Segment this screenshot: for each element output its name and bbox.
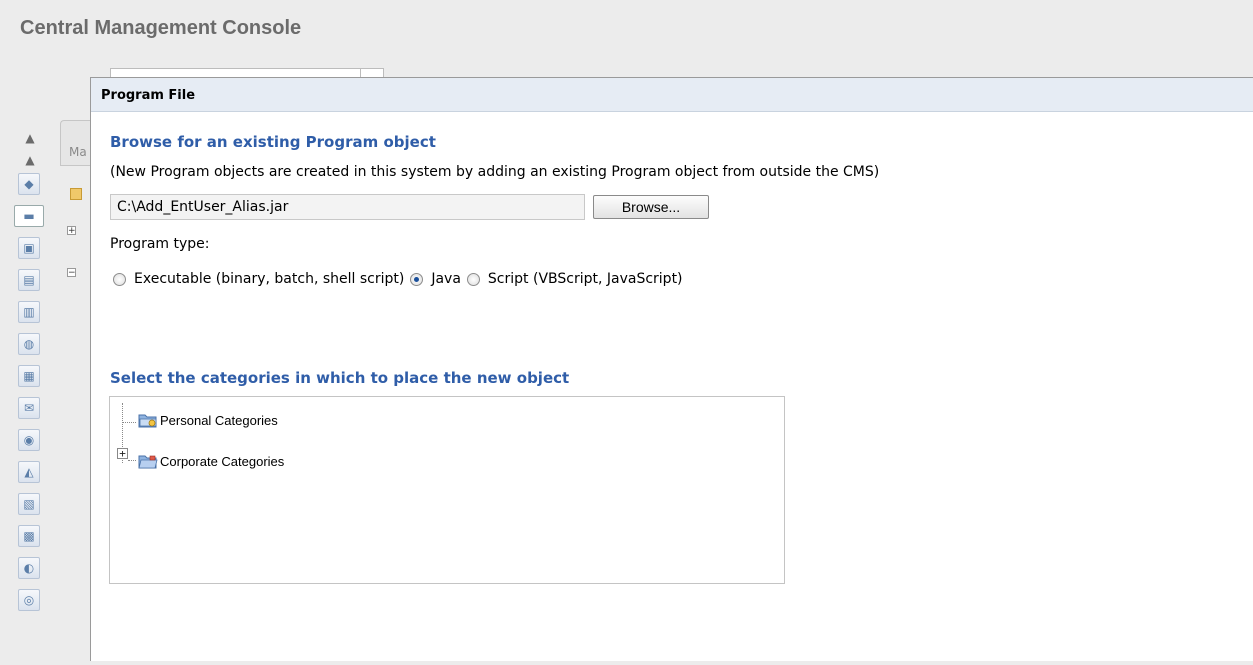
- script-radio-label[interactable]: Script (VBScript, JavaScript): [488, 271, 683, 287]
- tree-node-label[interactable]: Corporate Categories: [160, 454, 284, 469]
- tree-connector: [122, 422, 136, 423]
- rail-home-icon[interactable]: ◆: [18, 173, 40, 195]
- categories-heading: Select the categories in which to place …: [110, 369, 570, 387]
- helper-text: (New Program objects are created in this…: [110, 164, 880, 180]
- rail-applications-icon[interactable]: ◐: [18, 557, 40, 579]
- rail-authentication-icon[interactable]: ◎: [18, 589, 40, 611]
- rail-folders-icon[interactable]: ▬: [14, 205, 44, 227]
- categories-tree: Personal Categories + Corporate Categori…: [109, 396, 785, 584]
- background-expand-icon[interactable]: +: [67, 226, 76, 236]
- rail-users-icon[interactable]: ◍: [18, 333, 40, 355]
- app-title: Central Management Console: [20, 17, 302, 39]
- background-tree-panel: Ma + −: [58, 118, 92, 318]
- rail-access-levels-icon[interactable]: ▦: [18, 365, 40, 387]
- tree-node-label[interactable]: Personal Categories: [160, 413, 278, 428]
- executable-radio-label[interactable]: Executable (binary, batch, shell script): [134, 271, 404, 287]
- background-tab[interactable]: Ma: [60, 120, 92, 166]
- expand-corporate-categories-icon[interactable]: +: [117, 448, 128, 459]
- dialog-title: Program File: [91, 78, 1253, 112]
- browse-heading: Browse for an existing Program object: [110, 133, 436, 151]
- scroll-up-icon[interactable]: ▲: [16, 147, 44, 173]
- java-radio[interactable]: [410, 272, 424, 286]
- left-navigation-rail: ▲ ▲ ◆ ▬ ▣ ▤ ▥ ◍ ▦ ✉ ◉ ◭ ▧ ▩ ◐ ◎: [14, 125, 44, 665]
- tree-node-corporate-categories[interactable]: Corporate Categories: [138, 453, 284, 469]
- corporate-categories-icon: [138, 455, 158, 469]
- background-folder-icon: [70, 188, 82, 200]
- rail-calendars-icon[interactable]: ▩: [18, 525, 40, 547]
- rail-categories-icon[interactable]: ▤: [18, 269, 40, 291]
- background-dropdown[interactable]: [110, 68, 384, 77]
- program-type-radio-group: Executable (binary, batch, shell script)…: [113, 271, 689, 287]
- personal-categories-icon: [138, 414, 157, 428]
- browse-button[interactable]: Browse...: [593, 195, 709, 219]
- program-file-dialog: Program File Browse for an existing Prog…: [90, 77, 1253, 661]
- rail-inbox-icon[interactable]: ✉: [18, 397, 40, 419]
- rail-events-icon[interactable]: ▧: [18, 493, 40, 515]
- rail-server-groups-icon[interactable]: ◭: [18, 461, 40, 483]
- java-radio-label[interactable]: Java: [431, 271, 461, 287]
- executable-radio[interactable]: [113, 272, 126, 286]
- rail-personal-folders-icon[interactable]: ▣: [18, 237, 40, 259]
- tree-node-personal-categories[interactable]: Personal Categories: [138, 412, 278, 428]
- rail-servers-icon[interactable]: ◉: [18, 429, 40, 451]
- background-collapse-icon[interactable]: −: [67, 268, 76, 278]
- file-path-input[interactable]: [110, 194, 585, 220]
- script-radio[interactable]: [466, 272, 480, 286]
- program-type-label: Program type:: [110, 236, 210, 252]
- rail-personal-categories-icon[interactable]: ▥: [18, 301, 40, 323]
- tree-connector: [128, 460, 136, 461]
